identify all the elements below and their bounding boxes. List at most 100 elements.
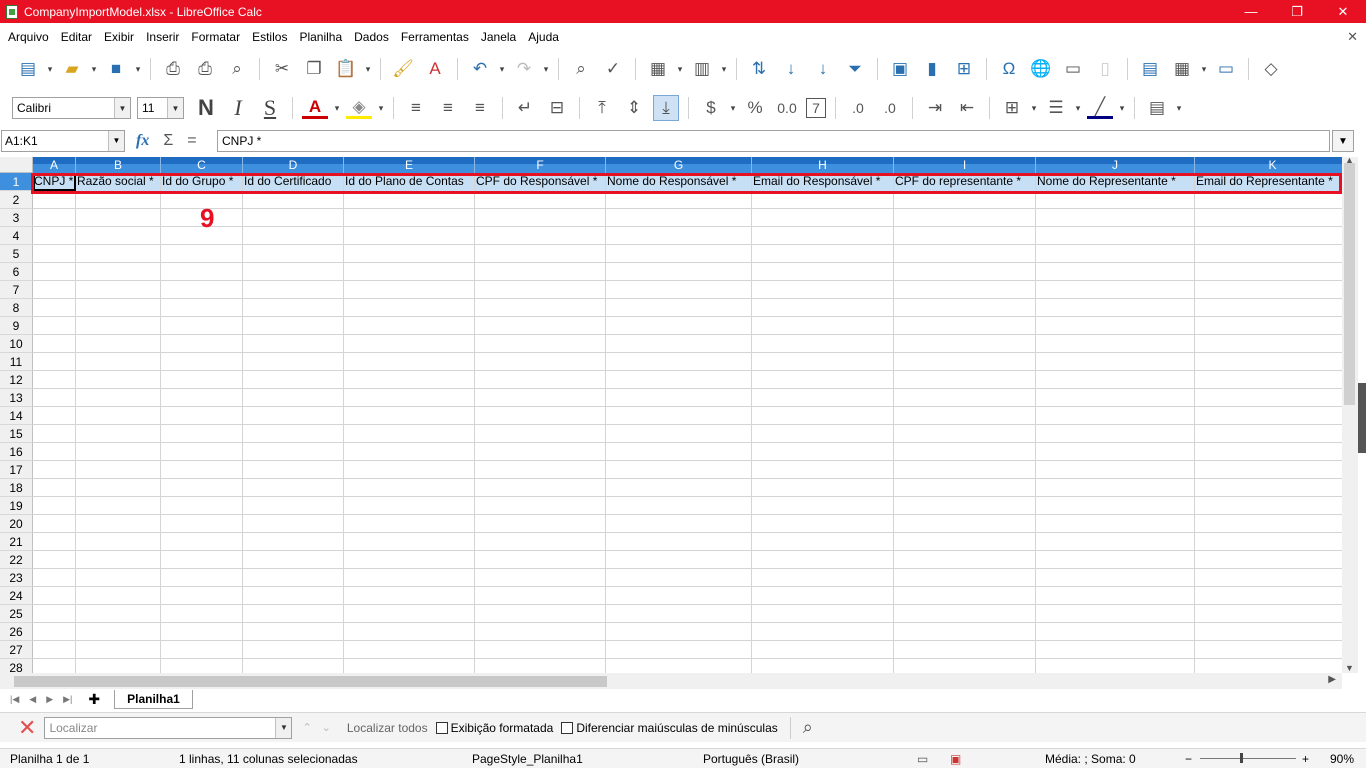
cell-h3[interactable] [752,209,894,227]
cell-f16[interactable] [475,443,606,461]
cell-b23[interactable] [76,569,161,587]
cell-e3[interactable] [344,209,475,227]
spelling-icon[interactable]: ✓ [600,56,626,82]
cell-g21[interactable] [606,533,752,551]
menu-ajuda[interactable]: Ajuda [522,30,565,44]
paste-dropdown-icon[interactable]: ▾ [363,56,373,82]
name-box[interactable]: A1:K1 ▼ [1,130,125,152]
page-style[interactable]: PageStyle_Planilha1 [472,752,583,766]
percent-format-icon[interactable]: % [742,95,768,121]
hyperlink-icon[interactable]: 🌐 [1028,56,1054,82]
row-header[interactable]: 4 [0,227,33,245]
cell-c7[interactable] [161,281,243,299]
cell-f21[interactable] [475,533,606,551]
comment-icon[interactable]: ▭ [1060,56,1086,82]
cell-a25[interactable] [33,605,76,623]
find-history-dropdown-icon[interactable]: ▼ [275,717,292,738]
cell-f20[interactable] [475,515,606,533]
cell-h10[interactable] [752,335,894,353]
italic-icon[interactable]: I [225,95,251,121]
cell-g3[interactable] [606,209,752,227]
cell-h7[interactable] [752,281,894,299]
cell-f4[interactable] [475,227,606,245]
cell-h11[interactable] [752,353,894,371]
cell-h16[interactable] [752,443,894,461]
last-sheet-icon[interactable]: ▶| [63,694,72,705]
menu-planilha[interactable]: Planilha [293,30,348,44]
cell-e15[interactable] [344,425,475,443]
cell-b11[interactable] [76,353,161,371]
cell-k12[interactable] [1195,371,1342,389]
cell-b5[interactable] [76,245,161,263]
cell-e21[interactable] [344,533,475,551]
cell-g15[interactable] [606,425,752,443]
date-format-icon[interactable]: 7 [806,98,826,118]
cell-b13[interactable] [76,389,161,407]
cell-k27[interactable] [1195,641,1342,659]
print-icon[interactable]: ⎙ [192,56,218,82]
row-header[interactable]: 13 [0,389,33,407]
cell-b7[interactable] [76,281,161,299]
border-color-icon[interactable]: ╱ [1087,97,1113,119]
cell-i15[interactable] [894,425,1036,443]
cell-k21[interactable] [1195,533,1342,551]
font-name-dropdown-icon[interactable]: ▼ [114,98,130,118]
cell-j8[interactable] [1036,299,1195,317]
cell-d26[interactable] [243,623,344,641]
cell-a12[interactable] [33,371,76,389]
save-dropdown-icon[interactable]: ▾ [133,56,143,82]
align-bottom-icon[interactable]: ⤓ [653,95,679,121]
cell-j12[interactable] [1036,371,1195,389]
menu-editar[interactable]: Editar [55,30,98,44]
cell-c10[interactable] [161,335,243,353]
document-modified-icon[interactable]: ▣ [950,752,961,766]
cell-a7[interactable] [33,281,76,299]
cell-k5[interactable] [1195,245,1342,263]
cell-d21[interactable] [243,533,344,551]
cell-g9[interactable] [606,317,752,335]
cell-e10[interactable] [344,335,475,353]
cell-d12[interactable] [243,371,344,389]
sort-descending-icon[interactable]: ↓ [810,56,836,82]
find-all-button[interactable]: Localizar todos [347,721,428,735]
zoom-slider[interactable] [1200,758,1296,759]
cell-j27[interactable] [1036,641,1195,659]
cell-b14[interactable] [76,407,161,425]
cell-k9[interactable] [1195,317,1342,335]
border-style-icon[interactable]: ☰ [1043,95,1069,121]
cell-b18[interactable] [76,479,161,497]
cell-a16[interactable] [33,443,76,461]
cell-i24[interactable] [894,587,1036,605]
currency-format-icon[interactable]: $ [698,95,724,121]
row-header[interactable]: 7 [0,281,33,299]
cell-b19[interactable] [76,497,161,515]
cell-h12[interactable] [752,371,894,389]
menu-inserir[interactable]: Inserir [140,30,185,44]
cell-g17[interactable] [606,461,752,479]
cell-i9[interactable] [894,317,1036,335]
border-style-dropdown-icon[interactable]: ▾ [1073,95,1083,121]
cell-c19[interactable] [161,497,243,515]
cell-d25[interactable] [243,605,344,623]
conditional-format-icon[interactable]: ▤ [1144,95,1170,121]
cell-b25[interactable] [76,605,161,623]
row-header[interactable]: 20 [0,515,33,533]
cell-i17[interactable] [894,461,1036,479]
cell-h17[interactable] [752,461,894,479]
cell-e4[interactable] [344,227,475,245]
row-dropdown-icon[interactable]: ▾ [675,56,685,82]
menu-formatar[interactable]: Formatar [185,30,246,44]
cell-f15[interactable] [475,425,606,443]
sum-average[interactable]: Média: ; Soma: 0 [1045,752,1136,766]
row-header[interactable]: 21 [0,533,33,551]
find-replace-icon[interactable]: ⌕ [568,56,594,82]
cell-k6[interactable] [1195,263,1342,281]
cell-c9[interactable] [161,317,243,335]
delete-decimal-icon[interactable]: .0 [877,95,903,121]
cell-j21[interactable] [1036,533,1195,551]
align-left-icon[interactable]: ≡ [403,95,429,121]
cell-c15[interactable] [161,425,243,443]
pivot-table-icon[interactable]: ⊞ [951,56,977,82]
cell-f27[interactable] [475,641,606,659]
row-header[interactable]: 9 [0,317,33,335]
